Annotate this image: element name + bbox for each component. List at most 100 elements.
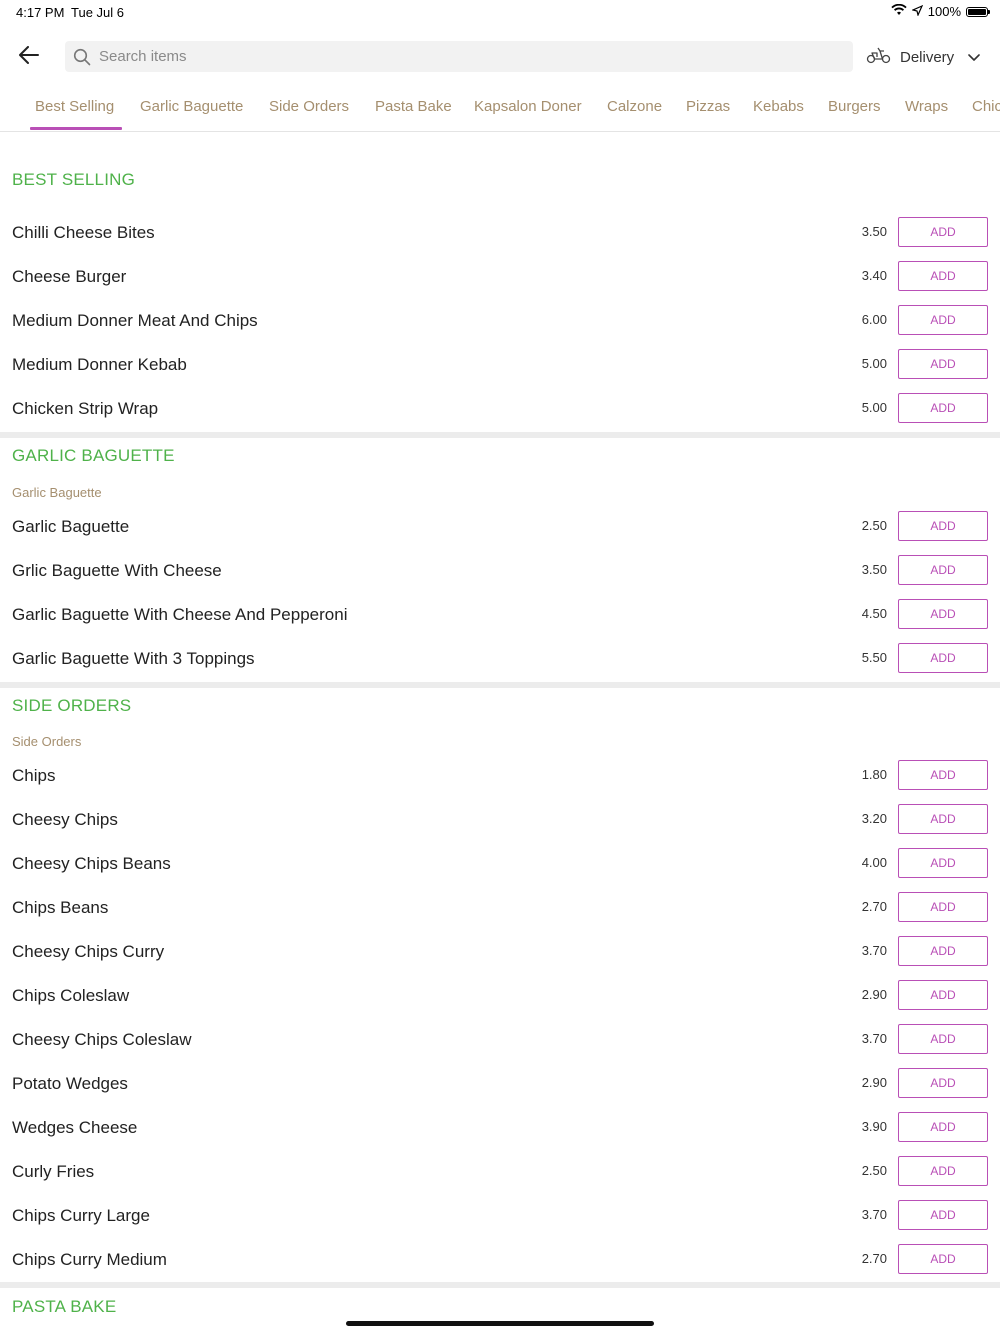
item-name: Medium Donner Meat And Chips <box>12 311 258 330</box>
tab-burgers[interactable]: Burgers <box>828 98 881 115</box>
item-name: Cheesy Chips Beans <box>12 854 171 873</box>
wifi-icon <box>891 3 907 19</box>
add-button[interactable]: ADD <box>898 555 988 585</box>
item-name: Cheese Burger <box>12 267 127 286</box>
item-price: 3.20 <box>861 811 887 826</box>
item-name: Cheesy Chips Curry <box>12 942 165 961</box>
add-button[interactable]: ADD <box>898 760 988 790</box>
item-name: Medium Donner Kebab <box>12 355 187 374</box>
item-name: Potato Wedges <box>12 1074 128 1093</box>
item-price: 3.50 <box>861 224 887 239</box>
section-divider <box>0 432 1000 438</box>
tab-pasta-bake[interactable]: Pasta Bake <box>375 98 452 115</box>
status-indicators: 100% <box>891 3 990 19</box>
add-button[interactable]: ADD <box>898 1156 988 1186</box>
item-price: 2.70 <box>861 1251 887 1266</box>
active-tab-indicator <box>30 127 122 130</box>
tab-wraps[interactable]: Wraps <box>905 98 948 115</box>
item-price: 5.50 <box>861 650 887 665</box>
item-name: Garlic Baguette With 3 Toppings <box>12 649 255 668</box>
item-price: 3.70 <box>861 1207 887 1222</box>
add-button[interactable]: ADD <box>898 349 988 379</box>
section-title: SIDE ORDERS <box>12 696 132 715</box>
search-input[interactable] <box>97 47 801 66</box>
item-price: 2.90 <box>861 1075 887 1090</box>
section-subtitle: Garlic Baguette <box>12 485 102 500</box>
tab-side-orders[interactable]: Side Orders <box>269 98 349 115</box>
tab-chic[interactable]: Chic <box>972 98 1000 115</box>
search-icon <box>73 48 91 66</box>
add-button[interactable]: ADD <box>898 1200 988 1230</box>
item-name: Grlic Baguette With Cheese <box>12 561 222 580</box>
item-price: 3.70 <box>861 943 887 958</box>
item-price: 3.70 <box>861 1031 887 1046</box>
section-title: PASTA BAKE <box>12 1297 117 1316</box>
item-name: Curly Fries <box>12 1162 95 1181</box>
tab-kebabs[interactable]: Kebabs <box>753 98 804 115</box>
item-price: 4.00 <box>861 855 887 870</box>
item-price: 5.00 <box>861 400 887 415</box>
battery-icon <box>966 6 990 17</box>
arrow-left-icon <box>19 45 39 69</box>
add-button[interactable]: ADD <box>898 804 988 834</box>
item-name: Cheesy Chips Coleslaw <box>12 1030 192 1049</box>
home-indicator <box>346 1321 654 1326</box>
add-button[interactable]: ADD <box>898 393 988 423</box>
status-bar: 4:17 PM Tue Jul 6 100% <box>0 0 1000 24</box>
back-button[interactable] <box>14 42 44 72</box>
item-name: Garlic Baguette With Cheese And Pepperon… <box>12 605 348 624</box>
location-arrow-icon <box>910 4 923 19</box>
add-button[interactable]: ADD <box>898 1068 988 1098</box>
item-price: 2.90 <box>861 987 887 1002</box>
item-name: Chilli Cheese Bites <box>12 223 155 242</box>
add-button[interactable]: ADD <box>898 217 988 247</box>
add-button[interactable]: ADD <box>898 643 988 673</box>
add-button[interactable]: ADD <box>898 980 988 1010</box>
add-button[interactable]: ADD <box>898 261 988 291</box>
add-button[interactable]: ADD <box>898 892 988 922</box>
item-name: Cheesy Chips <box>12 810 118 829</box>
add-button[interactable]: ADD <box>898 599 988 629</box>
item-price: 4.50 <box>861 606 887 621</box>
tab-best-selling[interactable]: Best Selling <box>35 98 114 115</box>
item-name: Chips Curry Large <box>12 1206 150 1225</box>
add-button[interactable]: ADD <box>898 1112 988 1142</box>
tab-calzone[interactable]: Calzone <box>607 98 662 115</box>
item-price: 2.50 <box>861 1163 887 1178</box>
battery-percent: 100% <box>927 4 961 19</box>
category-tabs: Best Selling Garlic Baguette Side Orders… <box>0 88 1000 132</box>
item-name: Chips Coleslaw <box>12 986 130 1005</box>
add-button[interactable]: ADD <box>898 1024 988 1054</box>
section-subtitle: Side Orders <box>12 734 82 749</box>
add-button[interactable]: ADD <box>898 848 988 878</box>
tab-pizzas[interactable]: Pizzas <box>686 98 730 115</box>
item-name: Chicken Strip Wrap <box>12 399 159 418</box>
status-time: 4:17 PM <box>16 5 65 20</box>
item-name: Chips Curry Medium <box>12 1250 167 1269</box>
item-name: Garlic Baguette <box>12 517 130 536</box>
item-name: Chips Beans <box>12 898 109 917</box>
item-price: 6.00 <box>861 312 887 327</box>
add-button[interactable]: ADD <box>898 305 988 335</box>
item-price: 2.50 <box>861 518 887 533</box>
section-divider <box>0 1282 1000 1288</box>
chevron-down-icon <box>968 49 980 66</box>
section-title: GARLIC BAGUETTE <box>12 446 175 465</box>
search-box <box>65 41 853 72</box>
item-price: 2.70 <box>861 899 887 914</box>
item-price: 3.50 <box>861 562 887 577</box>
section-divider <box>0 682 1000 688</box>
scooter-icon <box>866 46 892 68</box>
top-bar: Delivery <box>0 36 1000 76</box>
section-title: BEST SELLING <box>12 170 136 189</box>
item-price: 3.40 <box>861 268 887 283</box>
add-button[interactable]: ADD <box>898 511 988 541</box>
item-name: Chips <box>12 766 56 785</box>
tab-kapsalon-doner[interactable]: Kapsalon Doner <box>474 98 582 115</box>
delivery-selector[interactable]: Delivery <box>866 42 980 72</box>
add-button[interactable]: ADD <box>898 936 988 966</box>
tab-garlic-baguette[interactable]: Garlic Baguette <box>140 98 243 115</box>
item-name: Wedges Cheese <box>12 1118 138 1137</box>
item-price: 3.90 <box>861 1119 887 1134</box>
add-button[interactable]: ADD <box>898 1244 988 1274</box>
